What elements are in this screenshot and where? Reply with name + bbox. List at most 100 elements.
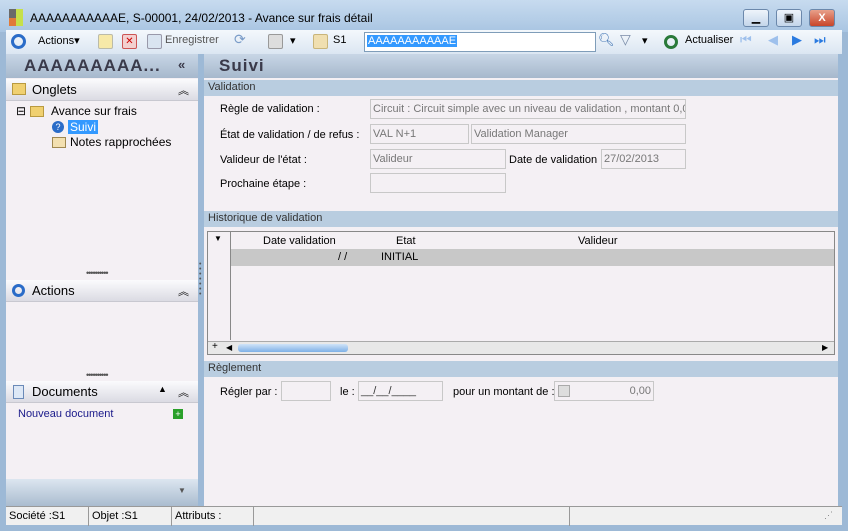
folder-icon — [30, 106, 44, 117]
cell-date: / / — [338, 251, 348, 263]
tree-toggle-icon[interactable]: ⊟ — [16, 104, 26, 118]
previous-record-icon[interactable]: ◀ — [768, 32, 778, 48]
validation-date-field[interactable]: 27/02/2013 — [601, 149, 686, 169]
folder-icon — [12, 83, 26, 95]
tree-item-notes-rapprochees[interactable]: Notes rapprochées — [70, 135, 171, 149]
vertical-splitter-handle[interactable]: • • • • • • • — [199, 261, 203, 298]
amount-field[interactable]: 0,00 — [554, 381, 654, 401]
horizontal-scrollbar[interactable]: + ◀ ▶ — [208, 341, 834, 354]
actions-icon — [12, 284, 25, 297]
window-title: AAAAAAAAAAAE, S-00001, 24/02/2013 - Avan… — [30, 11, 373, 25]
document-icon — [13, 385, 24, 399]
collapse-up-icon[interactable]: ▲ — [158, 384, 167, 394]
splitter-handle[interactable]: •••••••••• — [86, 268, 108, 278]
amount-label: pour un montant de : — [453, 386, 555, 398]
close-button[interactable]: X — [809, 9, 835, 27]
save-button[interactable]: Enregistrer — [165, 34, 219, 46]
column-header-date[interactable]: Date validation — [263, 235, 336, 247]
panel-footer: ▼ — [6, 479, 198, 506]
next-step-label: Prochaine étape : — [220, 178, 307, 190]
status-bar: Société :S1 Objet :S1 Attributs : ⋰ — [6, 506, 842, 526]
record-title: AAAAAAAAA... « — [6, 54, 198, 78]
record-title-text: AAAAAAAAA... — [24, 56, 161, 75]
documents-header[interactable]: Documents ▲ ︽ — [6, 381, 198, 403]
pay-by-label: Régler par : — [220, 386, 278, 398]
history-grid: ▼ Date validation Etat Valideur / / INIT… — [207, 231, 835, 355]
left-panel: AAAAAAAAA... « Onglets ︽ ⊟ Avance sur fra… — [6, 54, 198, 506]
add-row-icon[interactable]: + — [212, 341, 218, 352]
print-icon[interactable] — [268, 34, 283, 49]
filter-dropdown-icon[interactable]: ▾ — [642, 34, 648, 47]
tree-item-avance-sur-frais[interactable]: Avance sur frais — [51, 104, 137, 118]
pay-date-label: le : — [340, 386, 355, 398]
history-section-header: Historique de validation — [204, 211, 838, 227]
cell-state: INITIAL — [381, 251, 419, 263]
scroll-left-icon[interactable]: ◀ — [226, 343, 232, 352]
add-document-icon[interactable]: + — [173, 409, 183, 419]
new-document-link[interactable]: Nouveau document — [18, 408, 113, 420]
status-company: Société :S1 — [6, 507, 89, 526]
rule-field[interactable]: Circuit : Circuit simple avec un niveau … — [370, 99, 686, 119]
onglets-header[interactable]: Onglets ︽ — [6, 79, 198, 101]
table-row[interactable]: / / INITIAL — [231, 249, 834, 266]
pay-date-field[interactable]: __/__/____ — [358, 381, 443, 401]
scroll-right-icon[interactable]: ▶ — [822, 343, 828, 352]
actions-menu-button[interactable]: Actions▾ — [38, 34, 80, 47]
column-header-state[interactable]: Etat — [396, 235, 416, 247]
next-record-icon[interactable]: ▶ — [792, 32, 802, 48]
state-code-field[interactable]: VAL N+1 — [370, 124, 469, 144]
column-header-validator[interactable]: Valideur — [578, 235, 618, 247]
collapse-panel-button[interactable]: « — [178, 57, 186, 72]
sync-icon[interactable]: ⟳ — [234, 31, 246, 48]
help-icon: ? — [52, 121, 64, 133]
amount-value: 0,00 — [629, 385, 651, 397]
refresh-button[interactable]: Actualiser — [685, 34, 733, 46]
main-panel: Suivi Validation Règle de validation : C… — [204, 54, 838, 506]
status-attributes: Attributs : — [172, 507, 254, 526]
first-record-icon[interactable]: ⏮ — [740, 32, 752, 48]
status-object: Objet :S1 — [89, 507, 172, 526]
search-input[interactable]: AAAAAAAAAAAE — [364, 32, 596, 52]
validator-label: Valideur de l'état : — [220, 154, 307, 166]
tree-item-suivi[interactable]: Suivi — [68, 120, 99, 134]
delete-icon[interactable]: ✕ — [122, 34, 137, 49]
print-dropdown-icon[interactable]: ▾ — [290, 34, 296, 47]
collapse-chevron-icon[interactable]: ︽ — [178, 283, 189, 299]
splitter-handle[interactable]: •••••••••• — [86, 370, 108, 380]
search-icon[interactable]: 🔍︎ — [598, 32, 615, 48]
title-bar: AAAAAAAAAAAE, S-00001, 24/02/2013 - Avan… — [0, 0, 848, 32]
s1-button[interactable]: S1 — [333, 34, 346, 46]
actions-label: Actions — [38, 35, 75, 47]
page-title: Suivi — [204, 54, 838, 78]
toolbar: Actions▾ ✕ Enregistrer ⟳ ▾ S1 AAAAAAAAAA… — [6, 30, 842, 54]
grid-menu-icon[interactable]: ▼ — [214, 234, 222, 243]
calculator-icon[interactable] — [558, 385, 570, 397]
rule-label: Règle de validation : — [220, 103, 320, 115]
maximize-button[interactable]: ▣ — [776, 9, 802, 27]
pay-by-field[interactable] — [281, 381, 331, 401]
next-step-field[interactable] — [370, 173, 506, 193]
resize-grip-icon[interactable]: ⋰ — [824, 510, 833, 521]
validation-date-label: Date de validation : — [509, 154, 604, 166]
expand-down-icon[interactable]: ▼ — [178, 486, 186, 495]
last-record-icon[interactable]: ⏭ — [814, 32, 826, 48]
payment-section-header: Règlement — [204, 361, 838, 377]
scrollbar-thumb[interactable] — [238, 344, 348, 352]
actions-header[interactable]: Actions ︽ — [6, 280, 198, 302]
validator-field[interactable]: Valideur — [370, 149, 506, 169]
collapse-chevron-icon[interactable]: ︽ — [178, 82, 189, 98]
state-name-field[interactable]: Validation Manager — [471, 124, 686, 144]
onglets-label: Onglets — [32, 82, 77, 97]
documents-label: Documents — [32, 384, 98, 399]
new-icon[interactable] — [98, 34, 113, 49]
state-label: État de validation / de refus : — [220, 129, 360, 141]
minimize-button[interactable]: ▁ — [743, 9, 769, 27]
collapse-chevron-icon[interactable]: ︽ — [178, 384, 189, 400]
actions-label: Actions — [32, 283, 75, 298]
notes-icon — [52, 137, 66, 148]
actions-circle-icon — [11, 34, 26, 49]
filter-icon[interactable]: ▽ — [620, 31, 631, 48]
status-empty — [254, 507, 570, 526]
refresh-icon — [664, 35, 678, 49]
folder-icon — [313, 34, 328, 49]
